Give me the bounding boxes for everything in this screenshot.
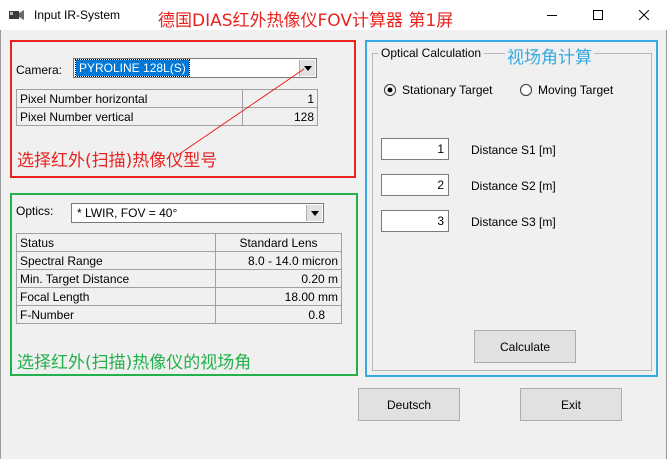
radio-stationary-target[interactable]: Stationary Target: [384, 83, 493, 97]
distance-s3-label: Distance S3 [m]: [471, 215, 556, 229]
spec-value: 0.20 m: [215, 269, 342, 288]
spec-value: 0.8: [215, 305, 342, 324]
camera-annotation: 选择红外(扫描)热像仪型号: [17, 151, 218, 171]
spec-name: Focal Length: [16, 287, 216, 306]
calc-annotation: 视场角计算: [505, 43, 594, 68]
spec-value: 8.0 - 14.0 micron: [215, 251, 342, 270]
table-row: Min. Target Distance 0.20 m: [16, 269, 342, 288]
distance-s1-input[interactable]: 1: [381, 138, 449, 160]
radio-label: Stationary Target: [402, 83, 493, 97]
distance-s2-label: Distance S2 [m]: [471, 179, 556, 193]
calculate-button[interactable]: Calculate: [474, 330, 576, 363]
spec-value: 18.00 mm: [215, 287, 342, 306]
distance-s2-input[interactable]: 2: [381, 174, 449, 196]
radio-label: Moving Target: [538, 83, 614, 97]
radio-checked-icon: [384, 84, 396, 96]
optics-annotation: 选择红外(扫描)热像仪的视场角: [17, 353, 252, 373]
table-row: Focal Length 18.00 mm: [16, 287, 342, 306]
optics-select[interactable]: * LWIR, FOV = 40°: [71, 203, 324, 223]
spec-name: Status: [16, 233, 216, 252]
distance-s3-input[interactable]: 3: [381, 210, 449, 232]
deutsch-button[interactable]: Deutsch: [358, 388, 460, 421]
table-row: Spectral Range 8.0 - 14.0 micron: [16, 251, 342, 270]
optics-specs-table: Status Standard Lens Spectral Range 8.0 …: [16, 233, 342, 324]
optics-selected-value: * LWIR, FOV = 40°: [77, 206, 178, 220]
exit-button[interactable]: Exit: [520, 388, 622, 421]
spec-name: Min. Target Distance: [16, 269, 216, 288]
chevron-down-icon[interactable]: [306, 205, 322, 221]
group-legend: Optical Calculation: [378, 46, 485, 60]
spec-name: Spectral Range: [16, 251, 216, 270]
radio-unchecked-icon: [520, 84, 532, 96]
spec-value: Standard Lens: [215, 233, 342, 252]
distance-s1-label: Distance S1 [m]: [471, 143, 556, 157]
table-row: Status Standard Lens: [16, 233, 342, 252]
radio-moving-target[interactable]: Moving Target: [520, 83, 613, 97]
spec-name: F-Number: [16, 305, 216, 324]
table-row: F-Number 0.8: [16, 305, 342, 324]
optics-label: Optics:: [16, 204, 54, 218]
